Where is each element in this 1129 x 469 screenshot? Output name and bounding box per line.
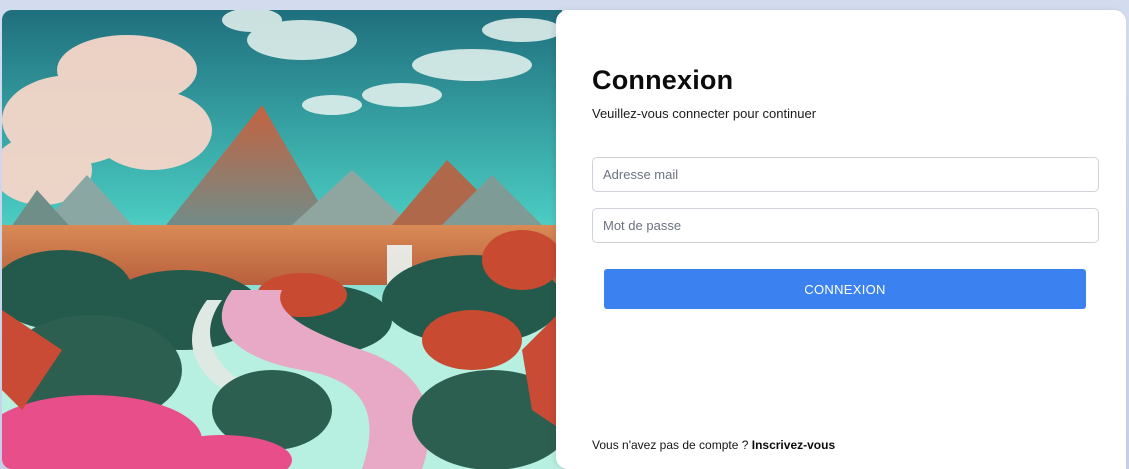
- signup-prompt: Vous n'avez pas de compte ? Inscrivez-vo…: [592, 438, 835, 452]
- email-field[interactable]: [592, 157, 1099, 192]
- password-field[interactable]: [592, 208, 1099, 243]
- login-panel: Connexion Veuillez-vous connecter pour c…: [556, 10, 1126, 469]
- signup-link[interactable]: Inscrivez-vous: [752, 438, 835, 452]
- page-subtitle: Veuillez-vous connecter pour continuer: [592, 106, 817, 121]
- page-title: Connexion: [592, 65, 734, 95]
- signup-prompt-text: Vous n'avez pas de compte ?: [592, 438, 749, 452]
- landscape-illustration: [2, 10, 562, 469]
- login-button[interactable]: CONNEXION: [604, 269, 1086, 309]
- login-card: Connexion Veuillez-vous connecter pour c…: [2, 10, 1129, 469]
- landscape-image: [2, 10, 562, 469]
